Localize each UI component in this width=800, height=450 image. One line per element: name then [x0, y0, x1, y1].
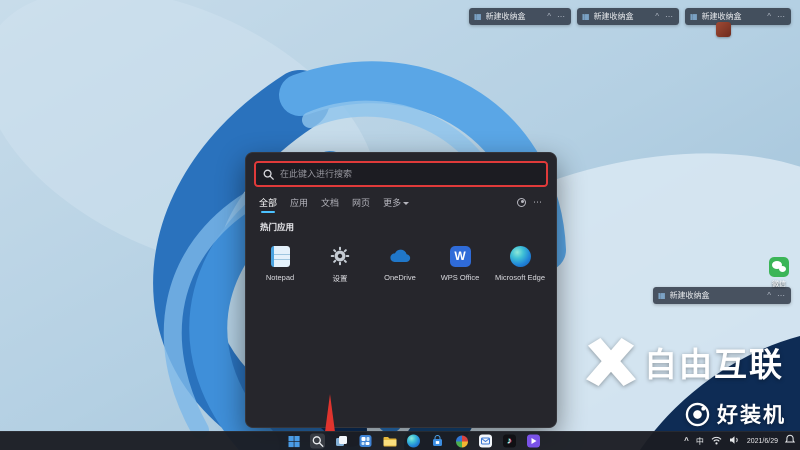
- app-label: WPS Office: [440, 273, 480, 282]
- more-icon[interactable]: ⋯: [776, 12, 786, 21]
- app-tile-settings[interactable]: 设置: [310, 239, 370, 290]
- storage-box-icon: ▦: [582, 11, 590, 21]
- storage-box-title: 新建收纳盒: [593, 12, 634, 21]
- tab-web[interactable]: 网页: [352, 196, 370, 209]
- taskbar-search-button[interactable]: [310, 433, 325, 449]
- desktop-shortcut[interactable]: 微信: [760, 257, 798, 289]
- haozhuangji-logo-icon: [685, 402, 710, 426]
- collapse-icon[interactable]: ^: [654, 12, 660, 21]
- search-tabs: 全部 应用 文档 网页 更多 ⋯: [246, 187, 556, 213]
- search-box-highlighted[interactable]: [254, 161, 548, 187]
- ime-indicator[interactable]: 中: [696, 436, 704, 447]
- widgets-button[interactable]: [358, 434, 373, 449]
- desktop: ▦ 新建收纳盒 ^ ⋯ ▦ 新建收纳盒 ^ ⋯ ▦ 新建收纳盒 ^ ⋯ ▦ 新建…: [0, 0, 800, 450]
- file-explorer-button[interactable]: [382, 434, 397, 449]
- taskbar: ♪ ^ 中 2021/6/29: [0, 431, 800, 450]
- storage-box-title: 新建收纳盒: [669, 291, 710, 300]
- storage-box-title: 新建收纳盒: [701, 12, 742, 21]
- onedrive-icon: [389, 245, 411, 267]
- store-button[interactable]: [430, 434, 445, 449]
- widgets-icon: [359, 435, 372, 447]
- storage-box-bar[interactable]: ▦ 新建收纳盒 ^ ⋯: [653, 287, 791, 304]
- search-icon: [312, 435, 323, 447]
- tab-more[interactable]: 更多: [383, 196, 410, 209]
- watermark-haozhuangji: 好装机: [685, 399, 786, 429]
- tiktok-icon: ♪: [503, 434, 516, 448]
- clock-date[interactable]: 2021/6/29: [747, 438, 778, 445]
- app-tile-wps-office[interactable]: W WPS Office: [430, 239, 490, 290]
- more-icon[interactable]: ⋯: [664, 12, 674, 21]
- video-app-icon: [527, 434, 540, 448]
- storage-box-bar[interactable]: ▦ 新建收纳盒 ^ ⋯: [577, 8, 679, 25]
- file-explorer-icon: [383, 436, 396, 446]
- photos-icon: [455, 435, 468, 447]
- network-icon[interactable]: [711, 432, 722, 450]
- more-icon[interactable]: ⋯: [556, 12, 566, 21]
- tab-documents[interactable]: 文档: [321, 196, 339, 209]
- storage-box-bar[interactable]: ▦ 新建收纳盒 ^ ⋯: [685, 8, 791, 25]
- storage-box-icon: ▦: [658, 290, 666, 300]
- taskbar-pinned-icons: ♪: [286, 433, 541, 449]
- task-view-icon: [336, 436, 347, 446]
- search-input[interactable]: [280, 169, 539, 179]
- annotation-arrow: [325, 394, 335, 432]
- photos-button[interactable]: [454, 434, 469, 449]
- more-icon[interactable]: ⋯: [776, 291, 786, 300]
- app-label: Notepad: [265, 273, 295, 282]
- app-label: 设置: [332, 274, 348, 283]
- watermark-text: 好装机: [717, 404, 786, 427]
- app-shortcut-icon[interactable]: [716, 22, 731, 37]
- storage-box-title: 新建收纳盒: [485, 12, 526, 21]
- tab-more-label: 更多: [383, 198, 402, 208]
- tab-all[interactable]: 全部: [259, 196, 277, 213]
- collapse-icon[interactable]: ^: [766, 12, 772, 21]
- storage-box-icon: ▦: [690, 11, 698, 21]
- top-apps-grid: Notepad 设置 OneDrive W WPS Office Microso…: [246, 237, 556, 290]
- user-avatar-icon[interactable]: [517, 198, 526, 207]
- app-tile-edge[interactable]: Microsoft Edge: [490, 239, 550, 290]
- watermark-ziyouhulian: 自由互联: [586, 338, 784, 386]
- collapse-icon[interactable]: ^: [766, 291, 772, 300]
- app-tile-notepad[interactable]: Notepad: [250, 239, 310, 290]
- app-label: OneDrive: [384, 273, 416, 282]
- chevron-down-icon: [403, 201, 410, 205]
- desktop-shortcut-label: 微信: [772, 281, 786, 288]
- mail-button[interactable]: [478, 434, 493, 449]
- tab-apps[interactable]: 应用: [290, 196, 308, 209]
- tiktok-button[interactable]: ♪: [502, 434, 517, 449]
- windows-logo-icon: [288, 435, 300, 447]
- edge-icon: [509, 245, 531, 267]
- start-button[interactable]: [286, 434, 301, 449]
- section-title-top-apps: 热门应用: [260, 222, 295, 232]
- edge-icon: [407, 434, 420, 448]
- options-icon[interactable]: ⋯: [533, 197, 543, 208]
- store-icon: [433, 435, 442, 446]
- x-logo-icon: [586, 338, 636, 386]
- storage-box-bar[interactable]: ▦ 新建收纳盒 ^ ⋯: [469, 8, 571, 25]
- task-view-button[interactable]: [334, 434, 349, 449]
- hidden-icons-chevron-icon[interactable]: ^: [684, 437, 689, 445]
- video-app-button[interactable]: [526, 434, 541, 449]
- collapse-icon[interactable]: ^: [546, 12, 552, 21]
- system-tray: ^ 中 2021/6/29: [684, 432, 796, 450]
- search-panel: 全部 应用 文档 网页 更多 ⋯ 热门应用 Notepad: [245, 152, 557, 428]
- app-label: Microsoft Edge: [494, 273, 546, 282]
- notepad-icon: [270, 245, 290, 267]
- wps-office-icon: W: [449, 245, 471, 267]
- watermark-text: 自由互联: [644, 346, 784, 383]
- volume-icon[interactable]: [729, 432, 740, 450]
- wechat-icon: [769, 257, 789, 277]
- search-icon: [263, 169, 274, 180]
- mail-icon: [479, 434, 492, 448]
- edge-button[interactable]: [406, 434, 421, 449]
- storage-box-icon: ▦: [474, 11, 482, 21]
- notification-bell-icon[interactable]: [784, 432, 796, 450]
- settings-gear-icon: [329, 245, 351, 267]
- app-tile-onedrive[interactable]: OneDrive: [370, 239, 430, 290]
